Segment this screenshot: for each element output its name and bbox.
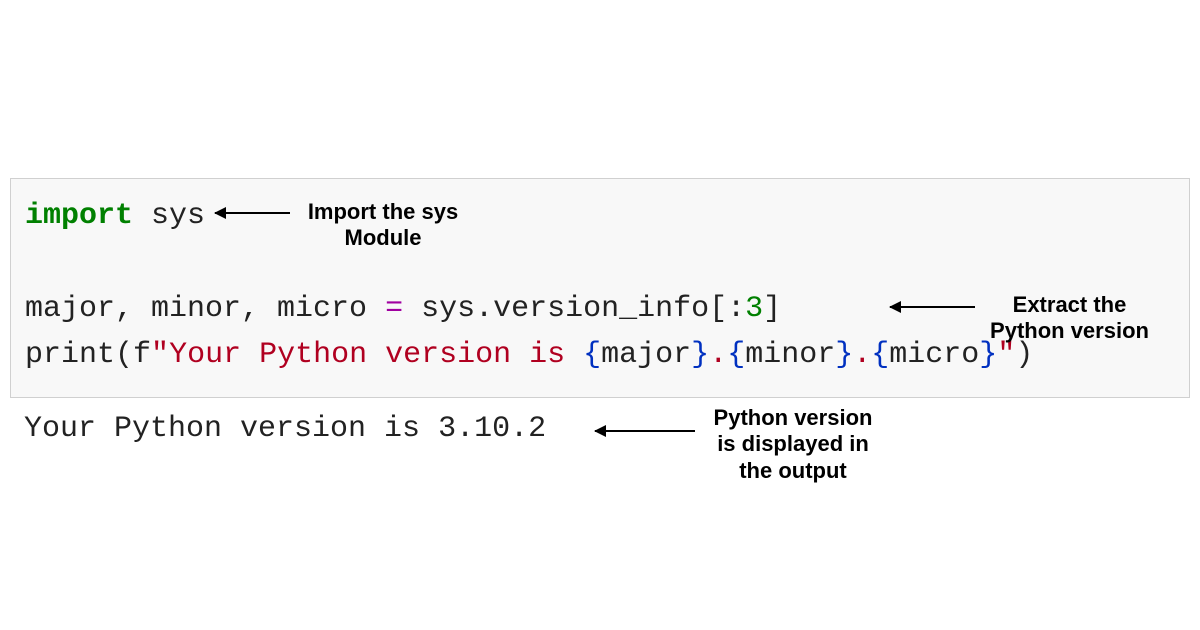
code-block: import sys major, minor, micro = sys.ver… (10, 178, 1190, 398)
code-line-1: import sys (25, 193, 1175, 240)
annotation-output-line1: Python version (703, 405, 883, 431)
arrow-icon (890, 306, 975, 308)
interp-major: major (601, 338, 691, 372)
annotation-extract: Extract the Python version (982, 292, 1157, 345)
annotation-output-line2: is displayed in (703, 431, 883, 457)
keyword-import: import (25, 199, 133, 233)
interp-micro: micro (889, 338, 979, 372)
space (133, 199, 151, 233)
brace-close-2: } (835, 338, 853, 372)
fstring-prefix: f (133, 338, 151, 372)
brace-open-2: { (727, 338, 745, 372)
tuple-vars: major, minor, micro (25, 292, 385, 326)
arrow-icon (595, 430, 695, 432)
print-fn: print (25, 338, 115, 372)
brace-open-1: { (583, 338, 601, 372)
annotation-output-line3: the output (703, 458, 883, 484)
equals-operator: = (385, 292, 403, 326)
arrow-icon (215, 212, 290, 214)
quote-open: " (151, 338, 169, 372)
annotation-extract-line1: Extract the (982, 292, 1157, 318)
bracket-close: ] (763, 292, 781, 326)
annotation-import: Import the sys Module (298, 199, 468, 252)
blank-line (25, 240, 1175, 286)
annotation-import-line2: Module (298, 225, 468, 251)
module-sys: sys (151, 199, 205, 233)
dot-2: . (853, 338, 871, 372)
annotation-import-line1: Import the sys (298, 199, 468, 225)
interp-minor: minor (745, 338, 835, 372)
slice-number: 3 (745, 292, 763, 326)
annotation-extract-line2: Python version (982, 318, 1157, 344)
dot-1: . (709, 338, 727, 372)
string-text: Your Python version is (169, 338, 583, 372)
annotation-output: Python version is displayed in the outpu… (703, 405, 883, 484)
brace-close-1: } (691, 338, 709, 372)
paren-open: ( (115, 338, 133, 372)
version-info-expr: sys.version_info[: (403, 292, 745, 326)
output-text: Your Python version is 3.10.2 (24, 412, 546, 446)
brace-open-3: { (871, 338, 889, 372)
